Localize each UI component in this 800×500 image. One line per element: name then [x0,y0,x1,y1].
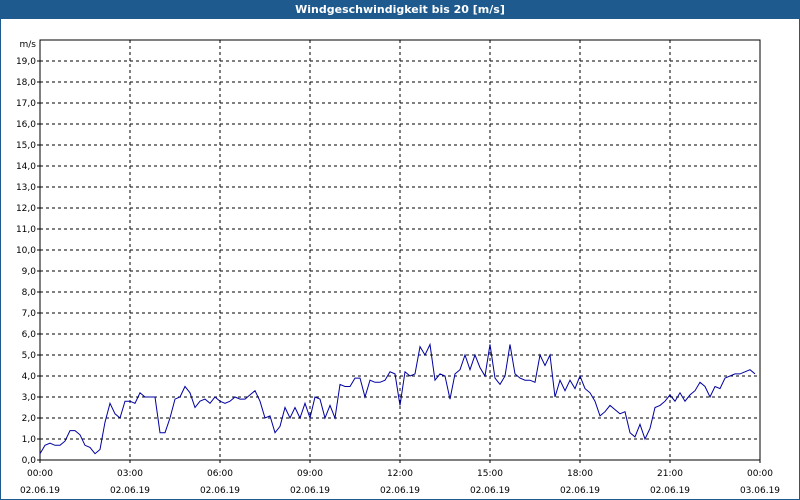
y-tick-label: 0,0 [22,456,37,466]
x-tick-time-label: 03:00 [117,469,143,479]
x-tick-date-label: 02.06.19 [200,486,240,496]
y-tick-label: 2,0 [22,414,37,424]
y-tick-label: 12,0 [16,204,36,214]
y-tick-label: 1,0 [22,435,37,445]
x-tick-time-label: 09:00 [297,469,323,479]
y-tick-label: 16,0 [16,120,36,130]
x-tick-date-label: 02.06.19 [650,486,690,496]
x-tick-date-label: 02.06.19 [20,486,60,496]
y-tick-label: 17,0 [16,99,36,109]
wind-speed-series-line [39,342,756,455]
y-tick-label: 19,0 [16,57,36,67]
x-axis: 00:00 02.06.19 03:00 02.06.19 06:00 02.06.19 0… [20,460,780,496]
x-tick-time-label: 06:00 [207,469,233,479]
y-tick-label: 7,0 [22,309,37,319]
y-tick-label: 18,0 [16,78,36,88]
x-tick-time-label: 00:00 [747,469,773,479]
y-axis: 0,0 1,0 2,0 3,0 4,0 5,0 6,0 7,0 8,0 9,0 10,0 11,0 12… [16,57,40,466]
y-tick-label: 4,0 [22,372,37,382]
x-tick-date-label: 02.06.19 [380,486,420,496]
x-tick-date-label: 02.06.19 [290,486,330,496]
y-tick-label: 9,0 [22,267,37,277]
y-tick-label: 15,0 [16,141,36,151]
x-tick-time-label: 00:00 [27,469,53,479]
y-axis-unit-label: m/s [20,40,37,50]
x-tick-date-label: 02.06.19 [560,486,600,496]
wind-speed-chart: 0,0 1,0 2,0 3,0 4,0 5,0 6,0 7,0 8,0 9,0 10,0 11,0 12… [16,39,780,496]
y-tick-label: 10,0 [16,246,36,256]
x-tick-date-label: 03.06.19 [740,486,780,496]
x-tick-date-label: 02.06.19 [470,486,510,496]
y-tick-label: 13,0 [16,183,36,193]
x-tick-time-label: 21:00 [657,469,683,479]
y-tick-label: 11,0 [16,225,36,235]
y-tick-label: 5,0 [22,351,37,361]
x-tick-time-label: 18:00 [567,469,593,479]
x-tick-time-label: 15:00 [477,469,503,479]
x-tick-date-label: 02.06.19 [110,486,150,496]
y-tick-label: 14,0 [16,162,36,172]
y-tick-label: 8,0 [22,288,37,298]
x-tick-time-label: 12:00 [387,469,413,479]
y-tick-label: 6,0 [22,330,37,340]
y-tick-label: 3,0 [22,393,37,403]
